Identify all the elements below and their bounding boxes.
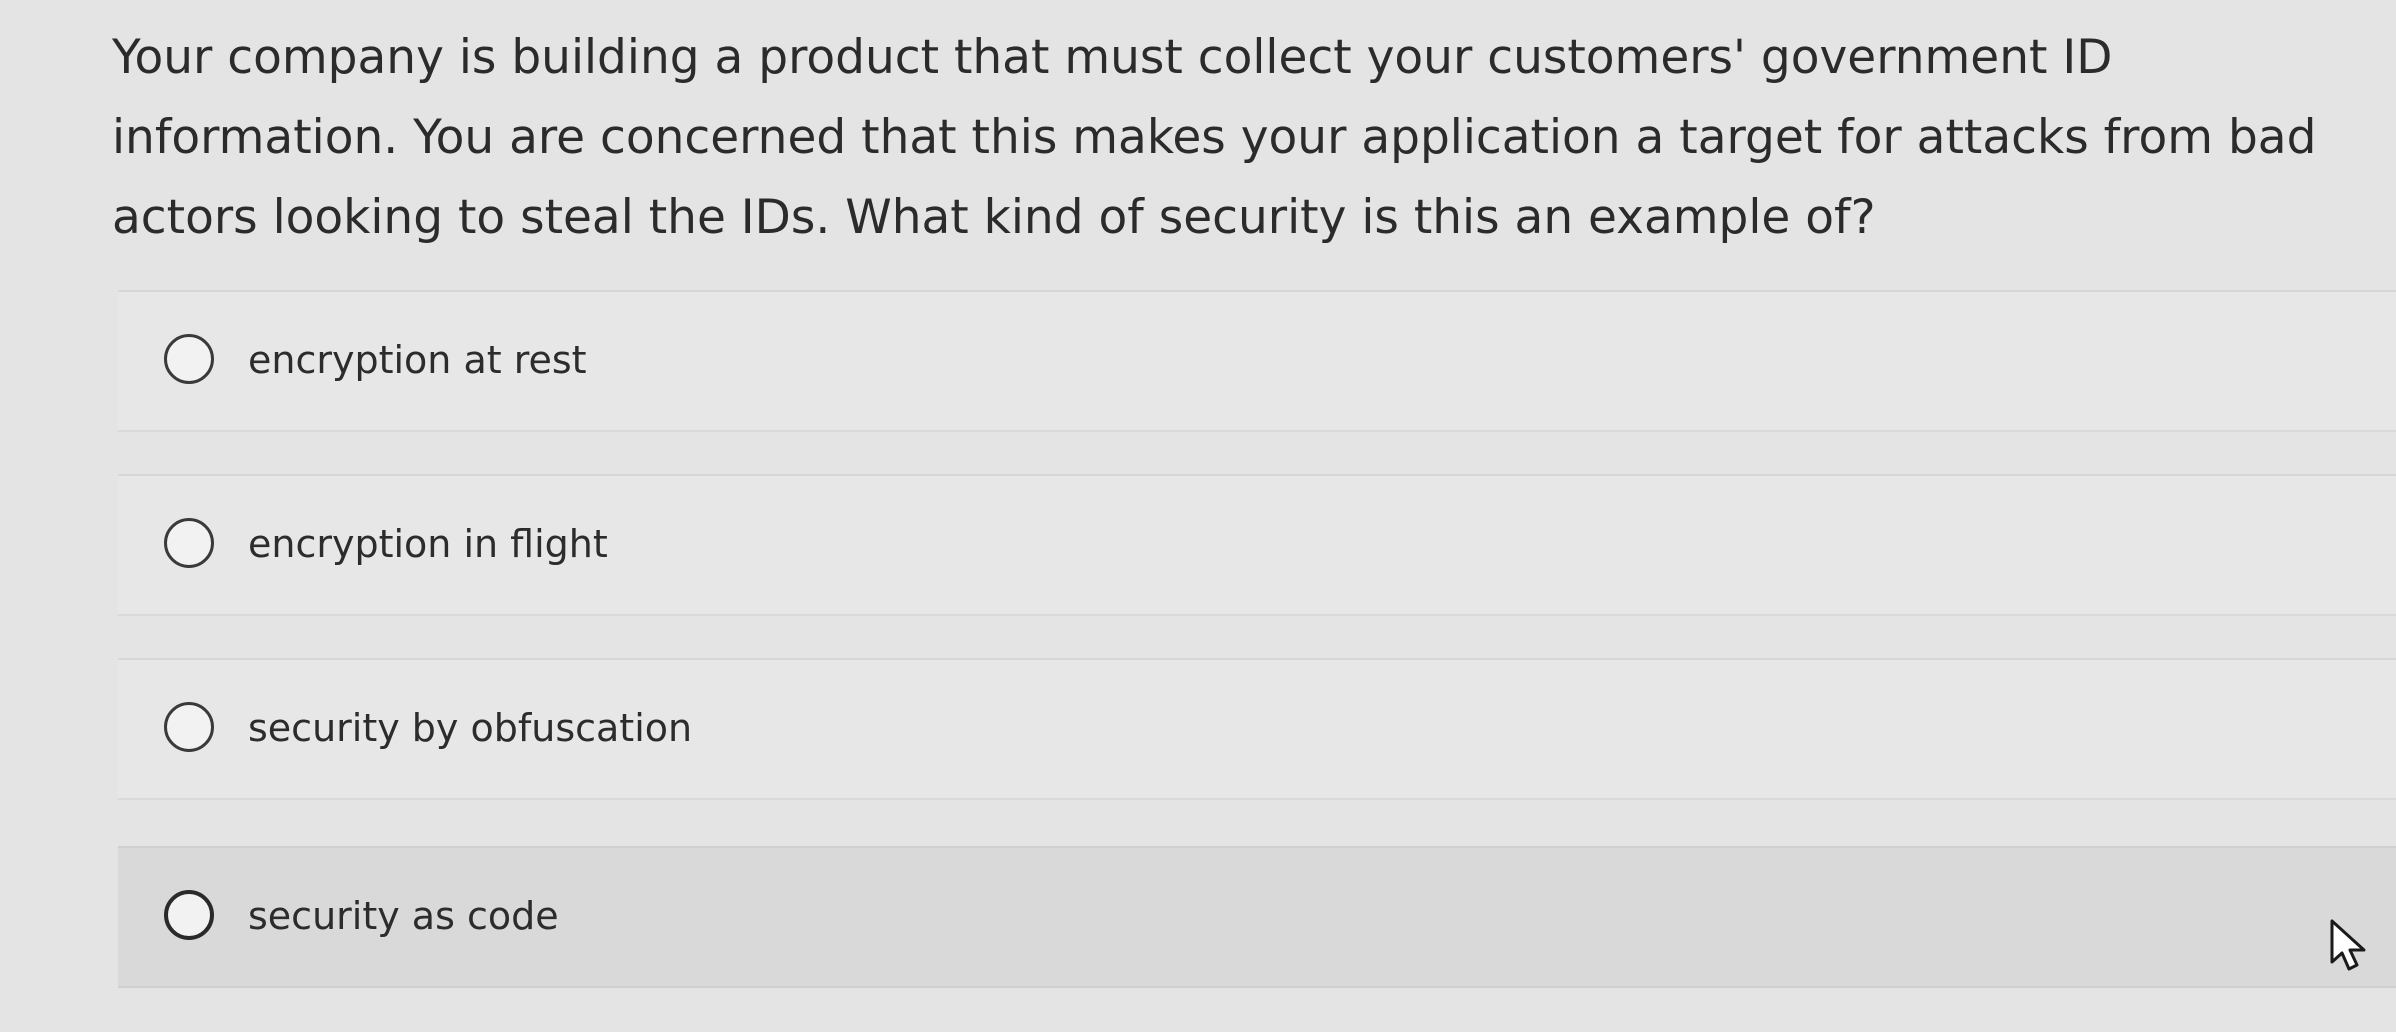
radio-button-icon[interactable] <box>164 890 214 940</box>
option-label: security by obfuscation <box>248 706 693 751</box>
radio-button-icon[interactable] <box>164 334 214 384</box>
question-text: Your company is building a product that … <box>112 30 2317 245</box>
radio-button-icon[interactable] <box>164 702 214 752</box>
option-security-by-obfuscation[interactable]: security by obfuscation <box>118 658 2396 800</box>
option-encryption-at-rest[interactable]: encryption at rest <box>118 290 2396 432</box>
option-label: security as code <box>248 894 559 939</box>
radio-button-icon[interactable] <box>164 518 214 568</box>
option-label: encryption in flight <box>248 522 608 567</box>
option-security-as-code[interactable]: security as code <box>118 846 2396 988</box>
option-encryption-in-flight[interactable]: encryption in flight <box>118 474 2396 616</box>
option-label: encryption at rest <box>248 338 587 383</box>
mouse-pointer-icon <box>2330 919 2366 971</box>
